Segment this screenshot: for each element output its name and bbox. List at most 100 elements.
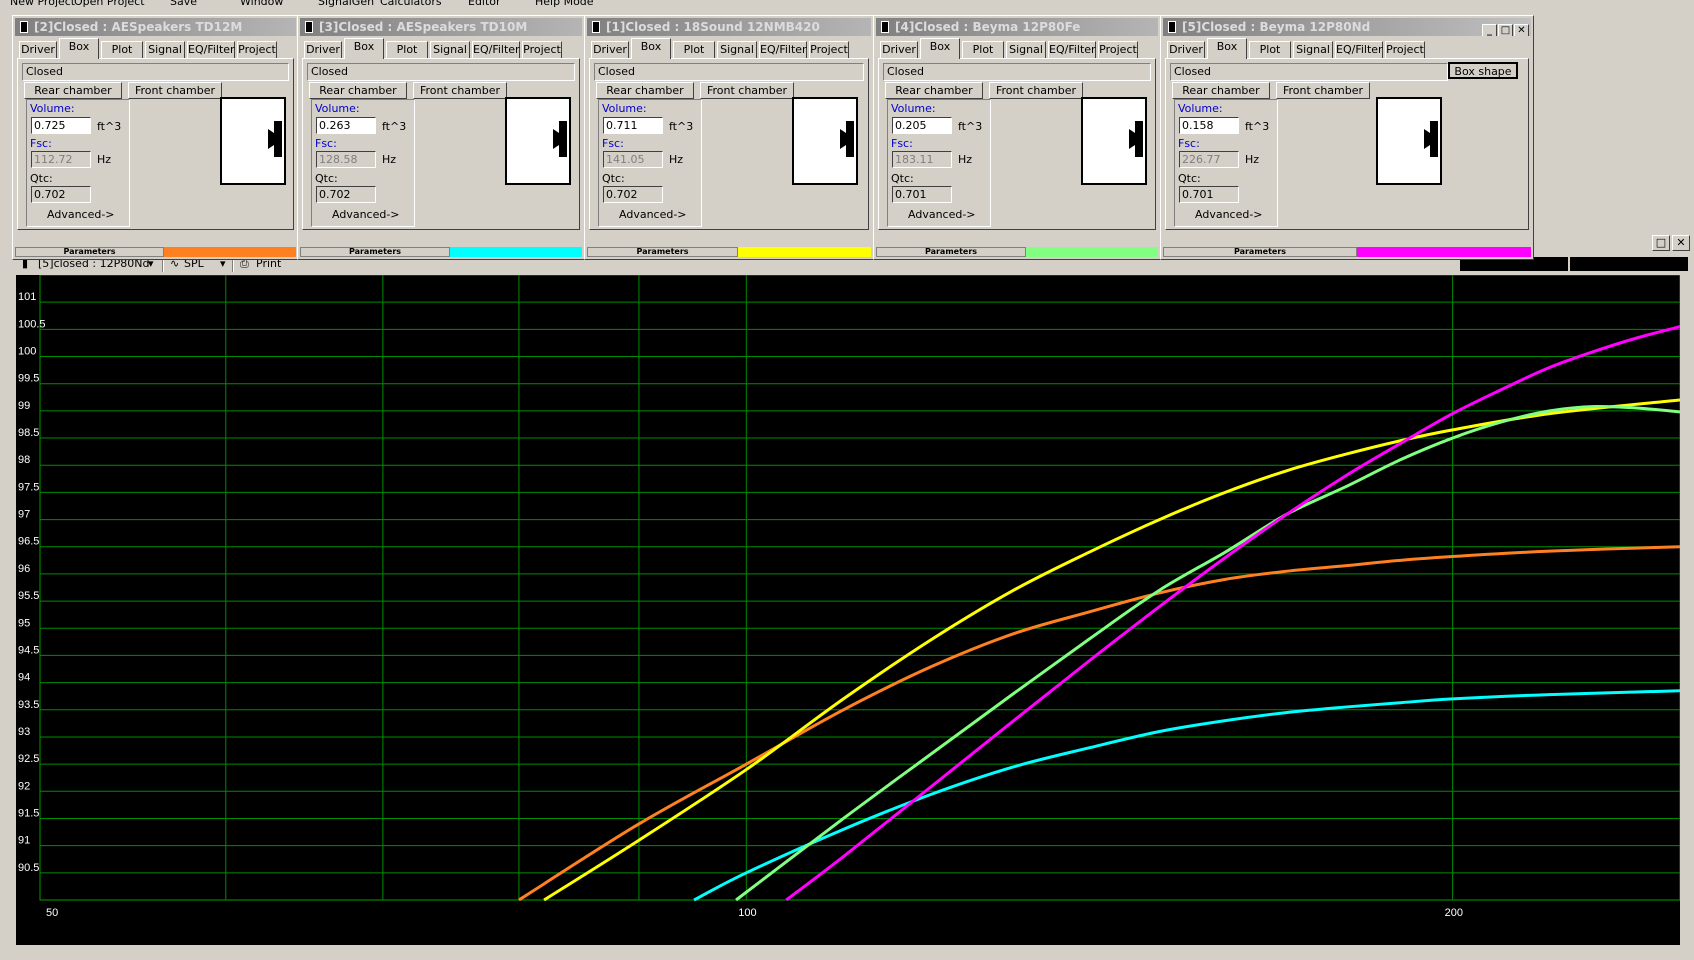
tab-eq-filter[interactable]: EQ/Filter bbox=[187, 41, 235, 58]
tab-box[interactable]: Box bbox=[59, 38, 99, 59]
box-shape-button[interactable]: Box shape bbox=[1448, 62, 1518, 79]
maximize-icon[interactable]: □ bbox=[1498, 24, 1513, 36]
menu-calculators[interactable]: Calculators bbox=[380, 0, 442, 8]
tab-signal[interactable]: Signal bbox=[1006, 41, 1046, 58]
window-title-bar[interactable]: [5]Closed : Beyma 12P80Nd _ □ ✕ bbox=[1163, 18, 1531, 36]
box-type-field[interactable]: Closed bbox=[22, 63, 289, 81]
tab-signal[interactable]: Signal bbox=[145, 41, 185, 58]
tab-plot[interactable]: Plot bbox=[386, 41, 428, 58]
volume-input[interactable]: 0.205 bbox=[892, 117, 952, 134]
advanced-button[interactable]: Advanced-> bbox=[619, 208, 687, 221]
window-title-bar[interactable]: [2]Closed : AESpeakers TD12M bbox=[15, 18, 296, 36]
plot-maximize-button[interactable]: □ bbox=[1652, 235, 1670, 251]
menu-editor[interactable]: Editor bbox=[468, 0, 501, 8]
tab-project[interactable]: Project bbox=[237, 41, 277, 58]
y-tick-label: 101 bbox=[18, 291, 36, 303]
fsc-label: Fsc: bbox=[891, 137, 913, 150]
front-chamber-button[interactable]: Front chamber bbox=[700, 82, 794, 99]
rear-chamber-button[interactable]: Rear chamber bbox=[596, 82, 694, 99]
y-tick-label: 96 bbox=[18, 563, 30, 575]
tab-driver[interactable]: Driver bbox=[1167, 41, 1205, 58]
menu-open-project[interactable]: Open Project bbox=[74, 0, 145, 8]
minimize-icon[interactable]: _ bbox=[1482, 24, 1497, 36]
rear-chamber-button[interactable]: Rear chamber bbox=[1172, 82, 1270, 99]
box-type-field[interactable]: Closed bbox=[883, 63, 1151, 81]
tab-plot[interactable]: Plot bbox=[673, 41, 715, 58]
box-parameters-group: Volume: 0.158 ft^3 Fsc: 226.77 Hz Qtc: 0… bbox=[1174, 99, 1278, 227]
rear-chamber-button[interactable]: Rear chamber bbox=[885, 82, 983, 99]
plot-close-button[interactable]: ✕ bbox=[1672, 235, 1690, 251]
status-bar: Parameters bbox=[587, 247, 871, 257]
y-tick-label: 94 bbox=[18, 672, 30, 684]
front-chamber-button[interactable]: Front chamber bbox=[989, 82, 1083, 99]
tab-plot[interactable]: Plot bbox=[962, 41, 1004, 58]
driver-window: [3]Closed : AESpeakers TD10M Driver Box Pl… bbox=[297, 15, 585, 260]
series-color-swatch bbox=[450, 247, 582, 257]
volume-input[interactable]: 0.158 bbox=[1179, 117, 1239, 134]
front-chamber-button[interactable]: Front chamber bbox=[128, 82, 222, 99]
tab-driver[interactable]: Driver bbox=[591, 41, 629, 58]
speaker-icon bbox=[1129, 121, 1143, 157]
box-type-field[interactable]: Closed bbox=[307, 63, 575, 81]
menu-new-project[interactable]: New Project bbox=[10, 0, 75, 8]
tab-bar: Driver Box Plot Signal EQ/Filter Project bbox=[17, 38, 294, 59]
volume-input[interactable]: 0.725 bbox=[31, 117, 91, 134]
advanced-button[interactable]: Advanced-> bbox=[1195, 208, 1263, 221]
parameters-label: Parameters bbox=[1163, 247, 1357, 257]
tab-project[interactable]: Project bbox=[1385, 41, 1425, 58]
tab-box[interactable]: Box bbox=[344, 38, 384, 59]
window-title: [2]Closed : AESpeakers TD12M bbox=[34, 20, 243, 34]
tab-eq-filter[interactable]: EQ/Filter bbox=[472, 41, 520, 58]
front-chamber-button[interactable]: Front chamber bbox=[413, 82, 507, 99]
qtc-field: 0.701 bbox=[892, 186, 952, 203]
volume-unit: ft^3 bbox=[97, 120, 122, 133]
tab-box[interactable]: Box bbox=[920, 38, 960, 59]
series-line bbox=[735, 404, 1680, 902]
box-parameters-group: Volume: 0.725 ft^3 Fsc: 112.72 Hz Qtc: 0… bbox=[26, 99, 130, 227]
volume-input[interactable]: 0.711 bbox=[603, 117, 663, 134]
window-title-bar[interactable]: [4]Closed : Beyma 12P80Fe bbox=[876, 18, 1158, 36]
volume-input[interactable]: 0.263 bbox=[316, 117, 376, 134]
menu-signalgen[interactable]: SignalGen bbox=[318, 0, 374, 8]
parameters-label: Parameters bbox=[300, 247, 450, 257]
qtc-field: 0.702 bbox=[603, 186, 663, 203]
menu-save[interactable]: Save bbox=[170, 0, 197, 8]
tab-project[interactable]: Project bbox=[522, 41, 562, 58]
advanced-button[interactable]: Advanced-> bbox=[908, 208, 976, 221]
tab-driver[interactable]: Driver bbox=[304, 41, 342, 58]
y-tick-label: 98 bbox=[18, 454, 30, 466]
tab-eq-filter[interactable]: EQ/Filter bbox=[759, 41, 807, 58]
tab-project[interactable]: Project bbox=[1098, 41, 1138, 58]
tab-driver[interactable]: Driver bbox=[880, 41, 918, 58]
menu-window[interactable]: Window bbox=[240, 0, 283, 8]
advanced-button[interactable]: Advanced-> bbox=[47, 208, 115, 221]
tab-eq-filter[interactable]: EQ/Filter bbox=[1048, 41, 1096, 58]
rear-chamber-button[interactable]: Rear chamber bbox=[24, 82, 122, 99]
tab-box[interactable]: Box bbox=[631, 38, 671, 59]
box-type-field[interactable]: Closed bbox=[594, 63, 864, 81]
tab-plot[interactable]: Plot bbox=[1249, 41, 1291, 58]
close-icon[interactable]: ✕ bbox=[1514, 24, 1529, 36]
tab-eq-filter[interactable]: EQ/Filter bbox=[1335, 41, 1383, 58]
tab-signal[interactable]: Signal bbox=[430, 41, 470, 58]
y-tick-label: 96.5 bbox=[18, 536, 39, 548]
tab-plot[interactable]: Plot bbox=[101, 41, 143, 58]
advanced-button[interactable]: Advanced-> bbox=[332, 208, 400, 221]
menu-help-mode[interactable]: Help Mode bbox=[535, 0, 594, 8]
y-tick-label: 90.5 bbox=[18, 862, 39, 874]
rear-chamber-button[interactable]: Rear chamber bbox=[309, 82, 407, 99]
window-title-bar[interactable]: [1]Closed : 18Sound 12NMB420 bbox=[587, 18, 871, 36]
tab-signal[interactable]: Signal bbox=[1293, 41, 1333, 58]
window-title-bar[interactable]: [3]Closed : AESpeakers TD10M bbox=[300, 18, 582, 36]
box-type-field[interactable]: Closed bbox=[1170, 63, 1448, 81]
tab-driver[interactable]: Driver bbox=[19, 41, 57, 58]
tab-project[interactable]: Project bbox=[809, 41, 849, 58]
tab-box[interactable]: Box bbox=[1207, 38, 1247, 59]
y-tick-label: 91 bbox=[18, 835, 30, 847]
box-preview bbox=[220, 97, 286, 185]
qtc-label: Qtc: bbox=[891, 172, 914, 185]
tab-signal[interactable]: Signal bbox=[717, 41, 757, 58]
front-chamber-button[interactable]: Front chamber bbox=[1276, 82, 1370, 99]
fsc-label: Fsc: bbox=[602, 137, 624, 150]
series-color-swatch bbox=[1026, 247, 1158, 257]
